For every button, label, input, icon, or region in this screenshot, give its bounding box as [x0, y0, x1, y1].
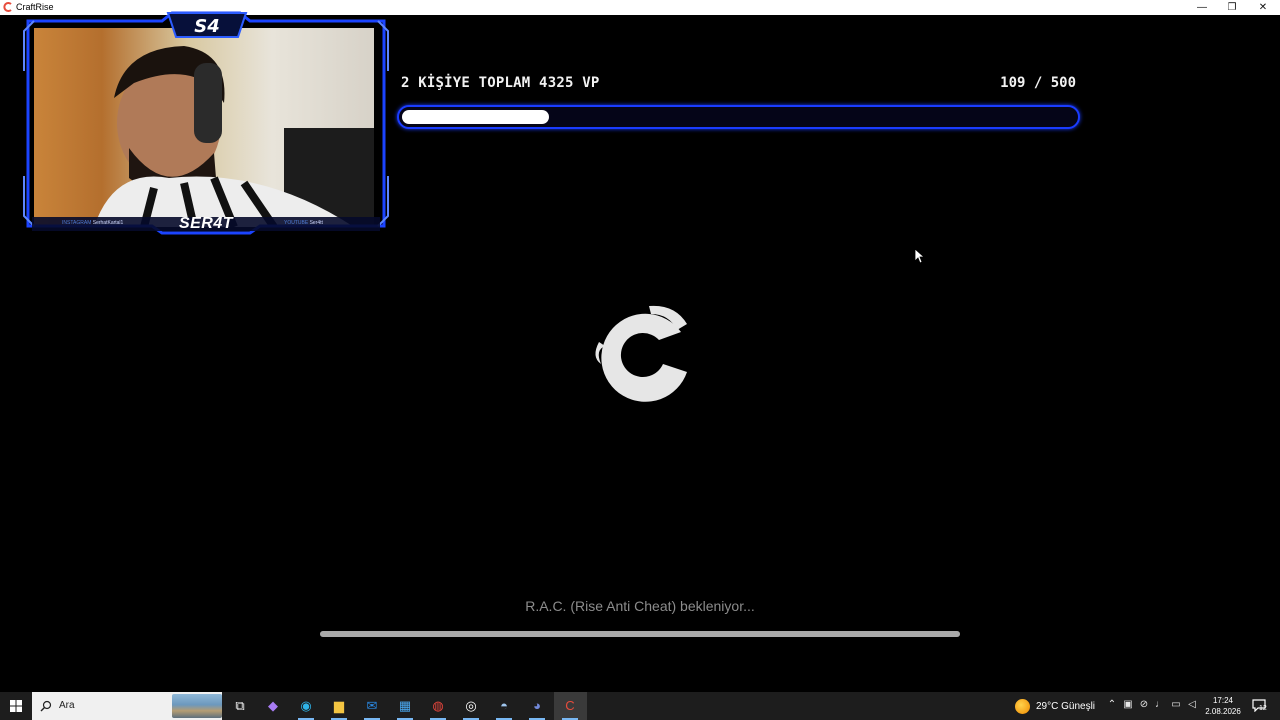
windows-taskbar: Ara ⧉ ◆ ◉ ▆ ✉ ▦ ◍ ◎ ◓ ◕ C 29°C Güneşli ⌃ ▣ ⊘ ♩ ▭ ◁ 17:2…: [0, 692, 1280, 720]
file-explorer-icon[interactable]: ▆: [327, 696, 351, 716]
ser4t-emblem-icon: S4: [166, 12, 248, 38]
clock-date: 2.08.2026: [1205, 707, 1241, 716]
weather-sun-icon[interactable]: [1015, 699, 1030, 714]
loading-progress-bar: [320, 631, 960, 637]
loading-status-text: R.A.C. (Rise Anti Cheat) bekleniyor...: [525, 598, 755, 614]
stream-brand-logo: SER4T: [178, 215, 234, 232]
craftrise-icon[interactable]: C: [558, 696, 582, 716]
taskbar-search-box[interactable]: Ara: [32, 692, 222, 720]
network-icon[interactable]: ▭: [1169, 699, 1183, 710]
volume-icon[interactable]: ◁: [1185, 699, 1199, 710]
instagram-label: INSTAGRAM: [62, 220, 92, 226]
store-icon[interactable]: ▦: [393, 696, 417, 716]
show-hidden-icons-icon[interactable]: ⌃: [1105, 699, 1119, 710]
copilot-icon[interactable]: ◆: [261, 696, 285, 716]
youtube-username: Ser4tt: [309, 220, 323, 226]
vp-goal-progress-bar: [397, 105, 1080, 129]
vp-goal-count: 109 / 500: [1000, 75, 1076, 91]
instagram-username: SerhatKartal1: [92, 220, 124, 226]
mouse-cursor-icon: [914, 248, 924, 264]
close-button[interactable]: ✕: [1248, 0, 1278, 15]
youtube-handle: YOUTUBE Ser4tt: [284, 220, 323, 226]
craftrise-loading-logo-icon: [595, 305, 687, 402]
gog-icon[interactable]: ◎: [459, 696, 483, 716]
task-view-icon[interactable]: ⧉: [228, 696, 252, 716]
maximize-button[interactable]: ❐: [1217, 0, 1247, 15]
discord-icon[interactable]: ◕: [525, 696, 549, 716]
teams-meet-icon[interactable]: ▣: [1121, 699, 1135, 710]
youtube-label: YOUTUBE: [284, 220, 309, 226]
chrome-icon[interactable]: ◍: [426, 696, 450, 716]
vp-goal-progress-fill: [402, 110, 549, 124]
search-placeholder: Ara: [59, 700, 75, 711]
search-highlight-image: [172, 694, 222, 718]
steam-icon[interactable]: ◓: [492, 696, 516, 716]
webcam-overlay: S4 INSTAGRAM SerhatKartal1 SER4T YOUTUBE…: [22, 11, 390, 236]
webcam-frame: [23, 11, 389, 235]
search-icon: [40, 700, 52, 712]
vp-goal-title: 2 KİŞİYE TOPLAM 4325 VP: [401, 75, 600, 91]
camera-off-icon[interactable]: ⊘: [1137, 699, 1151, 710]
outlook-icon[interactable]: ✉: [360, 696, 384, 716]
notification-count: 12: [1259, 705, 1267, 712]
weather-widget[interactable]: 29°C Güneşli: [1036, 701, 1095, 712]
loading-progress-fill: [320, 631, 960, 637]
taskbar-clock[interactable]: 17:24 2.08.2026: [1200, 695, 1246, 717]
svg-text:S4: S4: [194, 16, 220, 37]
windows-start-icon[interactable]: [0, 692, 32, 720]
edge-icon[interactable]: ◉: [294, 696, 318, 716]
instagram-handle: INSTAGRAM SerhatKartal1: [62, 220, 123, 226]
clock-time: 17:24: [1212, 696, 1234, 705]
microphone-icon[interactable]: ♩: [1153, 699, 1167, 710]
craftrise-logo-icon: [3, 2, 12, 12]
minimize-button[interactable]: —: [1187, 0, 1217, 15]
